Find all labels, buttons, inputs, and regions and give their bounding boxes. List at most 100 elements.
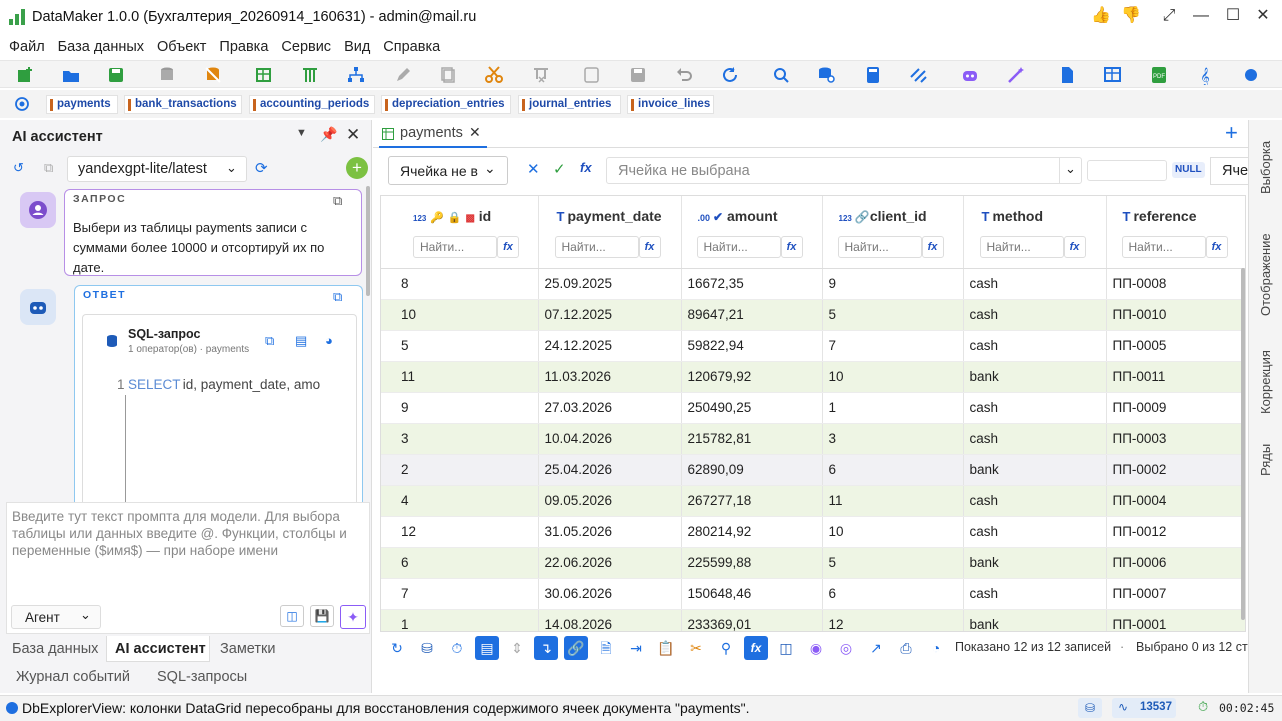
send-sparkle-button[interactable]: ✦ xyxy=(340,605,366,629)
cell-id[interactable]: 9 xyxy=(381,392,539,424)
insert-sql-icon[interactable]: ▤ xyxy=(295,333,307,349)
menu-file[interactable]: Файл xyxy=(9,39,45,55)
cell-reference[interactable]: ПП-0003 xyxy=(1106,423,1245,455)
column-filter-input[interactable]: Найти... xyxy=(979,236,1064,258)
cell-value-input[interactable]: Ячейка не выбрана ⌄ xyxy=(606,157,1082,184)
thumbs-up-icon[interactable]: 👍 xyxy=(1090,6,1112,26)
rail-tab-correction[interactable]: Коррекция xyxy=(1258,350,1273,414)
cell-id[interactable]: 7 xyxy=(381,578,539,610)
clipboard-icon[interactable]: 📋 xyxy=(654,636,678,660)
cell-amount[interactable]: 267277,18 xyxy=(681,485,823,517)
tab-ai-assistant[interactable]: AI ассистент xyxy=(115,641,206,657)
table-settings-icon[interactable] xyxy=(1103,65,1123,85)
save-icon[interactable] xyxy=(106,65,126,85)
database-refresh-icon[interactable]: ⛁ xyxy=(415,636,439,660)
sync-icon[interactable]: ↻ xyxy=(385,636,409,660)
prompt-input[interactable]: Введите тут текст промпта для модели. Дл… xyxy=(6,502,370,634)
cell-method[interactable]: cash xyxy=(963,330,1107,362)
cell-payment-date[interactable]: 14.08.2026 xyxy=(538,609,682,631)
cell-payment-date[interactable]: 22.06.2026 xyxy=(538,547,682,579)
scissors-icon[interactable] xyxy=(484,65,504,85)
table-tab-bank-transactions[interactable]: bank_transactions xyxy=(124,95,242,114)
target-icon[interactable] xyxy=(14,96,30,112)
sort-icon[interactable]: ⇕ xyxy=(505,636,529,660)
chart-icon[interactable]: ↗ xyxy=(864,636,888,660)
close-button[interactable]: ✕ xyxy=(1252,6,1274,26)
menu-help[interactable]: Справка xyxy=(383,39,440,55)
export-file-icon[interactable]: 🗎 xyxy=(594,636,618,660)
table-tab-invoice-lines[interactable]: invoice_lines xyxy=(627,95,714,114)
cell-amount[interactable]: 16672,35 xyxy=(681,268,823,300)
cell-id[interactable]: 12 xyxy=(381,516,539,548)
cell-payment-date[interactable]: 27.03.2026 xyxy=(538,392,682,424)
database-search-icon[interactable] xyxy=(817,65,837,85)
cell-client-id[interactable]: 6 xyxy=(822,578,964,610)
gauge-icon[interactable]: ◔ xyxy=(924,636,948,660)
table-row[interactable]: 4 09.05.2026 267277,18 11 cash ПП-0004 xyxy=(381,485,1245,517)
history-icon[interactable]: ↺ xyxy=(13,160,24,176)
cancel-icon[interactable]: ✕ xyxy=(527,160,540,178)
cell-client-id[interactable]: 11 xyxy=(822,485,964,517)
cell-id[interactable]: 2 xyxy=(381,454,539,486)
function-button[interactable]: fx xyxy=(744,636,768,660)
mode-select[interactable]: Агент ⌄ xyxy=(11,605,101,629)
cell-method[interactable]: cash xyxy=(963,423,1107,455)
column-filter-input[interactable]: Найти... xyxy=(554,236,639,258)
cell-method[interactable]: bank xyxy=(963,454,1107,486)
copy-chat-icon[interactable]: ⧉ xyxy=(44,160,53,176)
cell-amount[interactable]: 215782,81 xyxy=(681,423,823,455)
cell-payment-date[interactable]: 09.05.2026 xyxy=(538,485,682,517)
table-row[interactable]: 11 11.03.2026 120679,92 10 bank ПП-0011 xyxy=(381,361,1245,393)
run-sql-icon[interactable]: ◕ xyxy=(325,333,333,348)
print-icon[interactable]: ⎙ xyxy=(894,636,918,660)
save-as-icon[interactable] xyxy=(582,65,602,85)
cell-client-id[interactable]: 10 xyxy=(822,516,964,548)
table-row[interactable]: 10 07.12.2025 89647,21 5 cash ПП-0010 xyxy=(381,299,1245,331)
chevron-down-icon[interactable]: ⌄ xyxy=(1059,158,1081,183)
database-icon[interactable] xyxy=(157,65,177,85)
search-refresh-icon[interactable] xyxy=(771,65,791,85)
column-header-amount[interactable]: .00 ✔ amount Найти... fx xyxy=(681,196,823,269)
magic-wand-icon[interactable] xyxy=(1006,65,1026,85)
null-badge[interactable]: NULL xyxy=(1172,162,1205,178)
cell-payment-date[interactable]: 25.04.2026 xyxy=(538,454,682,486)
cell-client-id[interactable]: 7 xyxy=(822,330,964,362)
robot-outline-icon[interactable]: ◎ xyxy=(834,636,858,660)
cell-mode-button[interactable]: Яче xyxy=(1210,157,1248,185)
robot-icon[interactable]: ◉ xyxy=(804,636,828,660)
cell-amount[interactable]: 59822,94 xyxy=(681,330,823,362)
pin-icon[interactable]: 📌 xyxy=(320,126,337,143)
cell-id[interactable]: 11 xyxy=(381,361,539,393)
column-fx-button[interactable]: fx xyxy=(780,236,803,258)
cell-amount[interactable]: 62890,09 xyxy=(681,454,823,486)
cell-select[interactable]: Ячейка не вы ⌄ xyxy=(388,156,508,185)
cell-method[interactable]: cash xyxy=(963,392,1107,424)
column-fx-button[interactable]: fx xyxy=(497,236,519,258)
menu-view[interactable]: Вид xyxy=(344,39,370,55)
table-tab-journal-entries[interactable]: journal_entries xyxy=(518,95,621,114)
cell-amount[interactable]: 150648,46 xyxy=(681,578,823,610)
cell-payment-date[interactable]: 25.09.2025 xyxy=(538,268,682,300)
book-icon[interactable]: ▤ xyxy=(475,636,499,660)
cell-amount[interactable]: 89647,21 xyxy=(681,299,823,331)
cell-payment-date[interactable]: 11.03.2026 xyxy=(538,361,682,393)
database-search-icon[interactable]: ⛁ xyxy=(1078,698,1102,718)
copy-answer-icon[interactable]: ⧉ xyxy=(333,289,342,305)
cell-client-id[interactable]: 5 xyxy=(822,299,964,331)
cell-reference[interactable]: ПП-0009 xyxy=(1106,392,1245,424)
cell-amount[interactable]: 280214,92 xyxy=(681,516,823,548)
calculator-icon[interactable] xyxy=(863,65,883,85)
column-header-id[interactable]: 123 🔑 🔒 ▩ id Найти... fx xyxy=(381,196,539,269)
cell-reference[interactable]: ПП-0002 xyxy=(1106,454,1245,486)
attach-icon[interactable]: ◫ xyxy=(280,605,304,627)
record-icon[interactable] xyxy=(1241,65,1261,85)
copy-sql-icon[interactable]: ⧉ xyxy=(265,333,274,349)
cell-method[interactable]: bank xyxy=(963,361,1107,393)
table-row[interactable]: 8 25.09.2025 16672,35 9 cash ПП-0008 xyxy=(381,268,1245,300)
close-panel-icon[interactable]: ✕ xyxy=(346,125,360,145)
cell-reference[interactable]: ПП-0010 xyxy=(1106,299,1245,331)
pencil-icon[interactable] xyxy=(393,65,413,85)
robot-icon[interactable] xyxy=(960,65,980,85)
cell-client-id[interactable]: 6 xyxy=(822,454,964,486)
cell-id[interactable]: 3 xyxy=(381,423,539,455)
